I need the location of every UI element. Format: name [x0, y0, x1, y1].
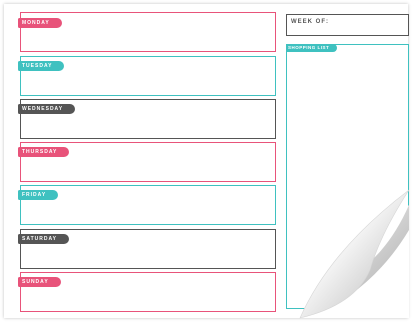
- day-tag-friday: FRIDAY: [18, 190, 59, 200]
- week-of-label: WEEK OF:: [291, 19, 329, 25]
- day-tag-tuesday: TUESDAY: [18, 61, 65, 71]
- day-tag-wednesday: WEDNESDAY: [18, 104, 76, 114]
- day-tag-saturday: SATURDAY: [18, 234, 69, 244]
- shopping-list-box[interactable]: [286, 44, 409, 309]
- week-of-field[interactable]: WEEK OF:: [286, 14, 409, 36]
- shopping-list-tag: SHOPPING LIST: [286, 44, 338, 52]
- day-tag-monday: MONDAY: [18, 18, 62, 28]
- day-box-friday[interactable]: [20, 185, 276, 225]
- day-tag-thursday: THURSDAY: [18, 147, 70, 157]
- day-tag-sunday: SUNDAY: [18, 277, 61, 287]
